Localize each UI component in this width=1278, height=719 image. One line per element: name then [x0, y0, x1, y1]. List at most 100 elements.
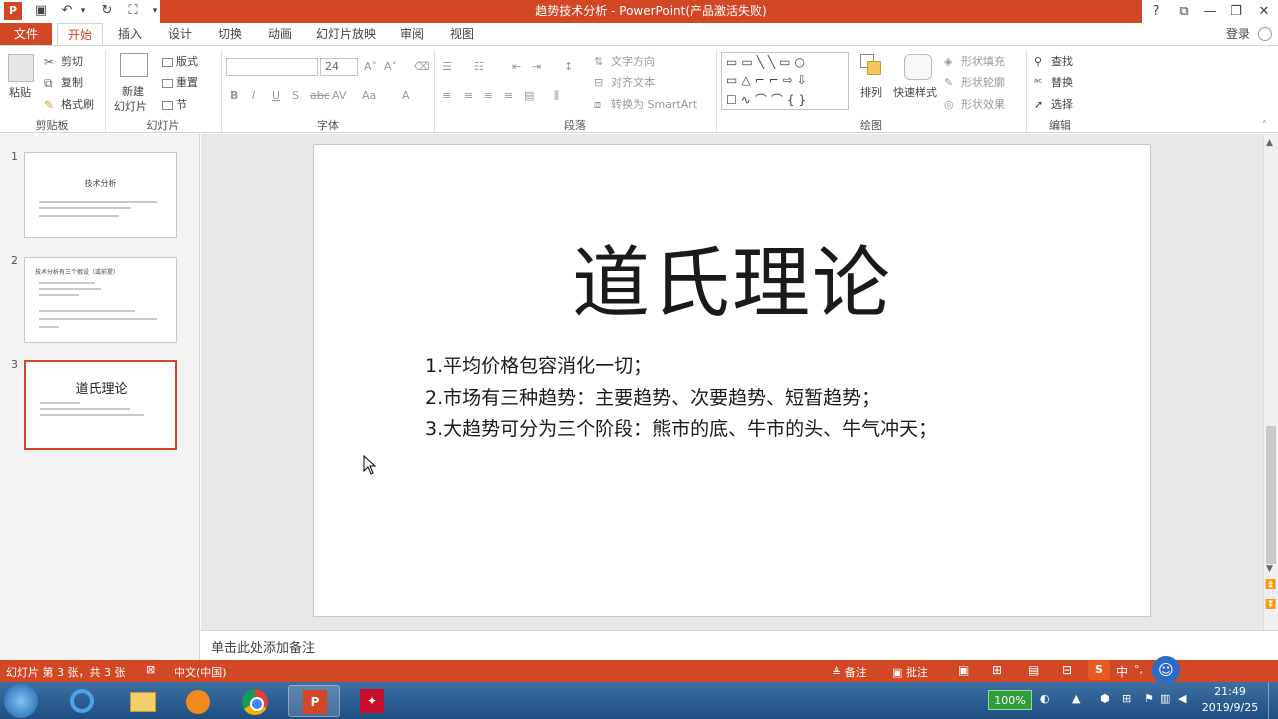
file-explorer-icon[interactable]	[116, 685, 168, 717]
new-slide-icon[interactable]	[120, 53, 148, 77]
tab-transitions[interactable]: 切换	[208, 23, 252, 45]
quick-styles-icon[interactable]	[904, 54, 932, 80]
tab-review[interactable]: 审阅	[390, 23, 434, 45]
character-spacing-icon[interactable]: AV	[332, 89, 346, 102]
ribbon-display-options-button[interactable]: ⧉	[1170, 0, 1198, 23]
ime-mode[interactable]: 中	[1116, 663, 1128, 680]
convert-smartart-button[interactable]: ⧈ 转换为 SmartArt	[594, 96, 697, 112]
slide-title[interactable]: 道氏理论	[314, 221, 1150, 333]
slideshow-icon[interactable]: ⊟	[1062, 663, 1072, 677]
network-icon[interactable]: ▥	[1160, 692, 1170, 705]
minimize-button[interactable]: —	[1196, 0, 1224, 23]
slide-sorter-icon[interactable]: ⊞	[992, 663, 1002, 677]
section-button[interactable]: 节	[162, 96, 187, 112]
restore-button[interactable]: ❐	[1222, 0, 1250, 23]
notes-toggle-button[interactable]: ≜ 备注	[832, 664, 867, 680]
numbering-icon[interactable]: ☷	[474, 60, 484, 73]
clock-date[interactable]: 2019/9/25	[1196, 701, 1264, 714]
bullet-3[interactable]: 3.大趋势可分为三个阶段：熊市的底、牛市的头、牛气冲天；	[425, 414, 937, 441]
format-painter-button[interactable]: ✎ 格式刷	[44, 96, 94, 112]
save-icon[interactable]: ▣	[32, 2, 50, 20]
distributed-icon[interactable]: ▤	[524, 89, 534, 102]
justify-icon[interactable]: ≡	[504, 89, 513, 102]
layout-button[interactable]: 版式	[162, 53, 198, 69]
select-button[interactable]: ➚ 选择	[1034, 96, 1073, 112]
flag-icon[interactable]: ⚑	[1144, 692, 1154, 705]
underline-icon[interactable]: U	[272, 89, 280, 102]
slide-canvas[interactable]: 道氏理论 1.平均价格包容消化一切； 2.市场有三种趋势：主要趋势、次要趋势、短…	[313, 144, 1151, 617]
change-case-icon[interactable]: Aa	[362, 89, 376, 102]
quick-styles-button[interactable]: 快速样式	[893, 84, 937, 100]
shadow-icon[interactable]: S	[292, 89, 299, 102]
notes-placeholder[interactable]: 单击此处添加备注	[211, 637, 315, 656]
columns-icon[interactable]: ⫼	[554, 89, 559, 103]
scrollbar-thumb[interactable]	[1266, 426, 1276, 564]
normal-view-icon[interactable]: ▣	[958, 663, 969, 677]
paste-icon[interactable]	[8, 54, 34, 82]
tab-view[interactable]: 视图	[440, 23, 484, 45]
arrange-icon[interactable]	[860, 54, 882, 76]
tab-animations[interactable]: 动画	[258, 23, 302, 45]
new-slide-label-2[interactable]: 幻灯片	[114, 98, 147, 114]
font-color-icon[interactable]: A	[402, 89, 410, 102]
bullet-2[interactable]: 2.市场有三种趋势：主要趋势、次要趋势、短暂趋势；	[425, 383, 880, 410]
slide-thumbnail-2[interactable]: 技术分析有三个假设（或前提）	[24, 257, 177, 343]
italic-icon[interactable]: I	[252, 89, 255, 102]
tab-file[interactable]: 文件	[0, 23, 52, 45]
clock-time[interactable]: 21:49	[1202, 685, 1258, 698]
align-center-icon[interactable]: ≡	[464, 89, 473, 102]
slide-thumbnail-1[interactable]: 技术分析	[24, 152, 177, 238]
shapes-row-1[interactable]: ▭▭╲╲▭○	[726, 55, 809, 69]
media-player-icon[interactable]	[172, 685, 224, 717]
line-spacing-icon[interactable]: ↕	[564, 60, 573, 73]
acrobat-icon[interactable]: ✦	[346, 685, 398, 717]
powerpoint-taskbar-icon[interactable]: P	[288, 685, 340, 717]
decrease-indent-icon[interactable]: ⇤	[512, 60, 521, 73]
comments-toggle-button[interactable]: ▣ 批注	[892, 664, 928, 680]
reading-view-icon[interactable]: ▤	[1028, 663, 1039, 677]
tab-home[interactable]: 开始	[57, 23, 103, 45]
font-size-combo[interactable]: 24	[320, 58, 358, 76]
font-name-combo[interactable]	[226, 58, 318, 76]
grow-font-icon[interactable]: A˄	[364, 60, 377, 73]
tray-icon[interactable]: ⬢	[1100, 692, 1110, 705]
bullet-1[interactable]: 1.平均价格包容消化一切；	[425, 351, 652, 378]
align-right-icon[interactable]: ≡	[484, 89, 493, 102]
arrange-button[interactable]: 排列	[860, 84, 882, 100]
reset-button[interactable]: 重置	[162, 74, 198, 90]
find-button[interactable]: ⚲ 查找	[1034, 53, 1073, 69]
tab-design[interactable]: 设计	[158, 23, 202, 45]
redo-icon[interactable]: ↻	[98, 2, 116, 20]
align-left-icon[interactable]: ≡	[442, 89, 451, 102]
tray-icon[interactable]: ⊞	[1122, 692, 1131, 705]
spell-check-icon[interactable]: ⊠	[146, 663, 155, 676]
new-slide-label[interactable]: 新建	[122, 83, 144, 99]
start-from-beginning-icon[interactable]: ⛶	[124, 2, 142, 20]
tab-insert[interactable]: 插入	[110, 23, 150, 45]
shrink-font-icon[interactable]: A˅	[384, 60, 397, 73]
scroll-up-icon[interactable]: ▲	[1266, 138, 1273, 148]
sign-in-link[interactable]: 登录	[1220, 23, 1256, 45]
vertical-scrollbar[interactable]: ▲ ▼ ⏫ ⏬	[1263, 134, 1278, 630]
next-slide-icon[interactable]: ⏬	[1265, 600, 1276, 610]
shapes-row-3[interactable]: ☐∿⌒⌒{}	[726, 91, 810, 108]
scroll-down-icon[interactable]: ▼	[1266, 564, 1273, 574]
language-indicator[interactable]: 中文(中国)	[174, 664, 227, 680]
help-button[interactable]: ?	[1142, 0, 1170, 23]
shape-fill-button[interactable]: ◈ 形状填充	[944, 53, 1005, 69]
powerpoint-app-icon[interactable]: P	[4, 2, 22, 20]
volume-icon[interactable]: ◀	[1178, 692, 1186, 705]
bullets-icon[interactable]: ☰	[442, 60, 452, 73]
shapes-row-2[interactable]: ▭△⌐⌐⇨⇩	[726, 73, 811, 87]
emoji-icon[interactable]: ☺	[1152, 656, 1180, 684]
clear-formatting-icon[interactable]: ⌫	[414, 60, 430, 73]
tray-icon[interactable]: ◐	[1040, 692, 1050, 705]
notes-pane[interactable]: 单击此处添加备注	[201, 630, 1278, 660]
windows-start-button[interactable]	[4, 684, 38, 718]
cut-button[interactable]: ✂ 剪切	[44, 53, 83, 69]
strikethrough-icon[interactable]: abc	[310, 89, 330, 102]
shapes-gallery[interactable]: ▭▭╲╲▭○ ▭△⌐⌐⇨⇩ ☐∿⌒⌒{}	[721, 52, 849, 110]
battery-indicator[interactable]: 100%	[988, 690, 1032, 710]
increase-indent-icon[interactable]: ⇥	[532, 60, 541, 73]
show-hidden-icons[interactable]: ▲	[1072, 692, 1080, 705]
